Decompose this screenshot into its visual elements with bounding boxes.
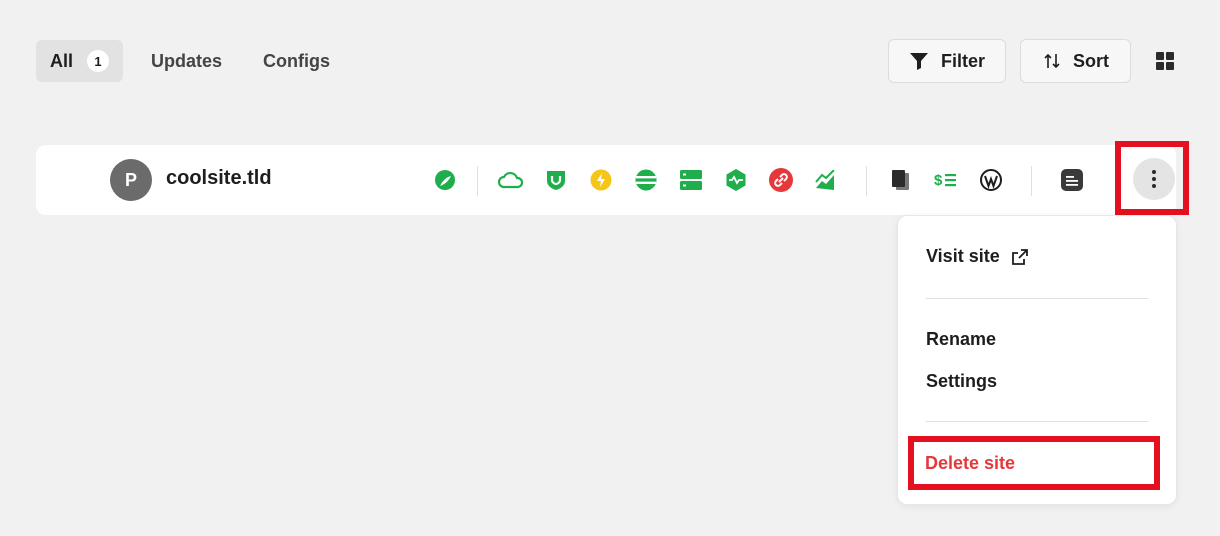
tab-all-label: All (50, 50, 74, 71)
external-link-icon (1011, 248, 1028, 265)
divider (477, 166, 478, 196)
visit-site-menu-item[interactable]: Visit site (926, 246, 1028, 267)
visit-site-label: Visit site (926, 246, 1000, 266)
site-name[interactable]: coolsite.tld (166, 167, 272, 190)
settings-menu-item[interactable]: Settings (926, 371, 997, 392)
wordpress-icon[interactable] (978, 167, 1004, 193)
sort-icon (1044, 53, 1060, 69)
pulse-icon[interactable] (723, 167, 749, 193)
leaf-icon[interactable] (432, 167, 458, 193)
grid-icon (1156, 52, 1174, 70)
filter-icon (910, 53, 928, 70)
divider (866, 166, 867, 196)
sort-button[interactable]: Sort (1020, 39, 1131, 83)
more-button-highlight (1115, 141, 1189, 215)
grid-view-button[interactable] (1152, 48, 1178, 74)
delete-site-menu-item[interactable]: Delete site (908, 436, 1160, 490)
lightning-icon[interactable] (588, 167, 614, 193)
link-icon[interactable] (768, 167, 794, 193)
tab-all-count-badge: 1 (87, 50, 110, 72)
globe-icon[interactable] (633, 167, 659, 193)
cloud-icon[interactable] (498, 167, 524, 193)
note-icon[interactable] (1059, 167, 1085, 193)
filter-button[interactable]: Filter (888, 39, 1006, 83)
divider (1031, 166, 1032, 196)
chart-icon[interactable] (813, 167, 839, 193)
menu-divider (926, 298, 1148, 299)
delete-site-label: Delete site (925, 452, 1016, 473)
dollar-list-icon[interactable]: $ (933, 167, 959, 193)
sort-button-label: Sort (1073, 50, 1109, 71)
server-icon[interactable] (678, 167, 704, 193)
tab-updates[interactable]: Updates (151, 40, 222, 82)
pages-icon[interactable] (888, 167, 914, 193)
tab-configs[interactable]: Configs (263, 40, 330, 82)
svg-text:$: $ (934, 172, 943, 189)
tab-configs-label: Configs (263, 50, 330, 71)
filter-button-label: Filter (941, 50, 986, 71)
menu-divider (926, 421, 1148, 422)
tab-all[interactable]: All 1 (36, 40, 123, 82)
site-row[interactable]: P coolsite.tld $ (36, 145, 1176, 215)
tab-updates-label: Updates (151, 50, 223, 71)
rename-menu-item[interactable]: Rename (926, 329, 996, 350)
avatar: P (110, 159, 152, 201)
shield-icon[interactable] (543, 167, 569, 193)
